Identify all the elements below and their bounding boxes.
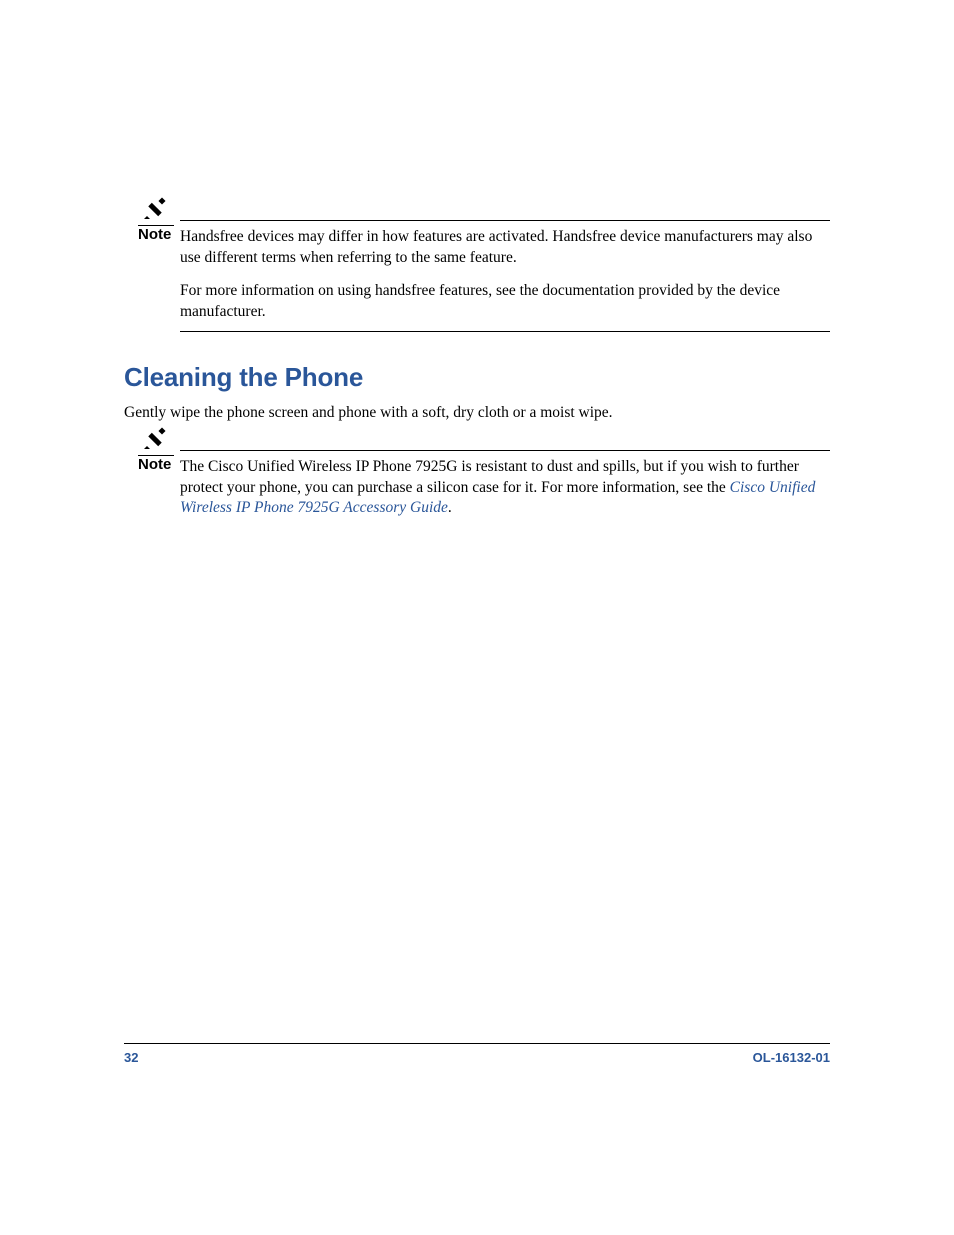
body-paragraph: Gently wipe the phone screen and phone w… [124, 403, 830, 424]
note-body-2: The Cisco Unified Wireless IP Phone 7925… [180, 457, 830, 520]
document-id: OL-16132-01 [753, 1050, 830, 1065]
note-label: Note [138, 226, 180, 243]
note-icon-wrap: Note [136, 197, 180, 243]
note-text-before: The Cisco Unified Wireless IP Phone 7925… [180, 458, 799, 496]
note-paragraph: For more information on using handsfree … [180, 281, 830, 323]
note-paragraph-with-link: The Cisco Unified Wireless IP Phone 7925… [180, 457, 830, 520]
note-icon-wrap: Note [136, 427, 180, 473]
note-label: Note [138, 456, 180, 473]
page-footer: 32 OL-16132-01 [124, 1043, 830, 1065]
note-block-2: Note The Cisco Unified Wireless IP Phone… [180, 450, 830, 520]
section-heading: Cleaning the Phone [124, 362, 830, 393]
page-number: 32 [124, 1050, 138, 1065]
note-paragraph: Handsfree devices may differ in how feat… [180, 227, 830, 269]
document-page: Note Handsfree devices may differ in how… [0, 0, 954, 1235]
note-block-1: Note Handsfree devices may differ in how… [180, 220, 830, 332]
note-text-after: . [448, 499, 452, 516]
pencil-icon [144, 427, 168, 449]
pencil-icon [144, 197, 168, 219]
note-body-1: Handsfree devices may differ in how feat… [180, 227, 830, 323]
